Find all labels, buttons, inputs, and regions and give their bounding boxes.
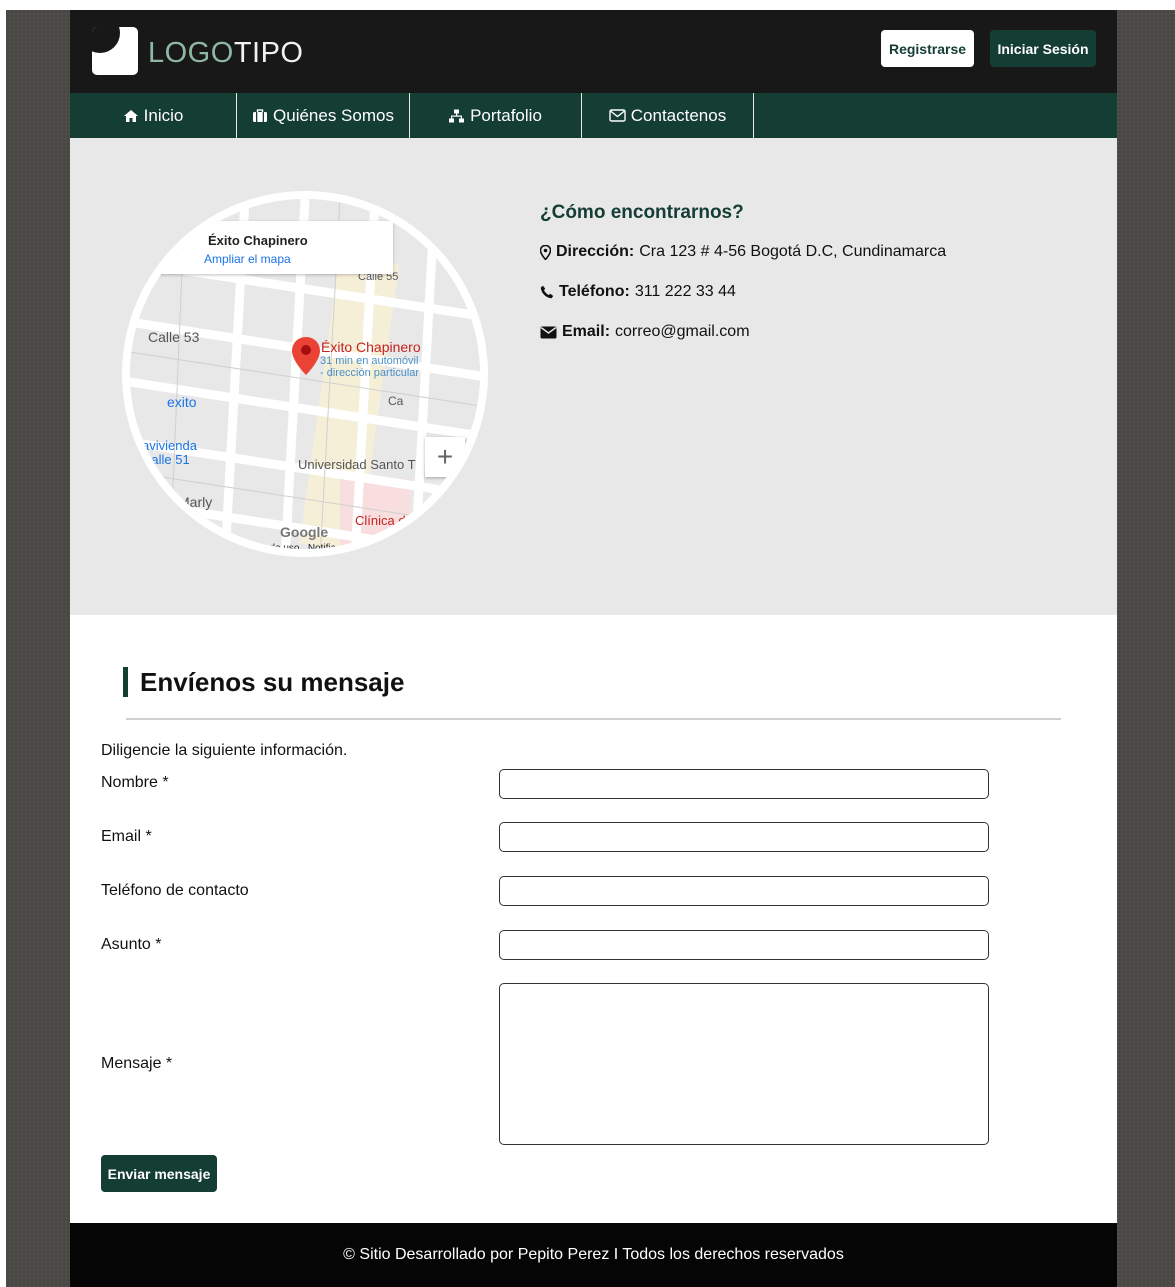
nav-item-label: Quiénes Somos (273, 105, 394, 125)
site-footer: © Sitio Desarrollado por Pepito Perez I … (70, 1223, 1117, 1287)
frame-top-edge (0, 0, 1175, 10)
map-pin-subtitle: 31 min en automóvil (320, 355, 419, 367)
contact-info-section: Calle 53 Calle 55 Ca exito avivienda Call… (70, 138, 1117, 615)
email-field-label: Email * (101, 828, 152, 845)
address-row: Dirección: Cra 123 # 4-56 Bogotá D.C, Cu… (540, 242, 1100, 262)
logo[interactable]: LOGOTIPO (148, 37, 303, 69)
map-enlarge-link[interactable]: Ampliar el mapa (204, 252, 291, 266)
map-pin-icon (292, 337, 320, 375)
map-marker-icon (540, 244, 551, 260)
home-icon (123, 109, 138, 122)
form-divider (126, 718, 1061, 720)
phone-label: Teléfono: (559, 283, 630, 300)
logo-text-part2: TIPO (233, 37, 304, 69)
email-label: Email: (562, 323, 611, 340)
nav-item-label: Inicio (143, 105, 184, 125)
phone-icon (540, 285, 554, 299)
map-poi-label: Universidad Santo T (298, 457, 416, 472)
contact-title: ¿Cómo encontrarnos? (540, 202, 744, 223)
sitemap-icon (449, 109, 465, 122)
nav-item-quienes-somos[interactable]: Quiénes Somos (237, 93, 410, 138)
login-button[interactable]: Iniciar Sesión (990, 30, 1096, 67)
email-value[interactable]: correo@gmail.com (615, 322, 750, 342)
nav-item-label: Portafolio (470, 105, 542, 125)
map-pin-title: Éxito Chapinero (321, 339, 421, 355)
envelope-icon (609, 109, 626, 122)
address-label: Dirección: (556, 243, 635, 260)
subject-label: Asunto * (101, 936, 162, 953)
form-intro: Diligencie la siguiente información. (101, 742, 348, 759)
footer-text: © Sitio Desarrollado por Pepito Perez I … (343, 1246, 844, 1263)
map-embed[interactable]: Calle 53 Calle 55 Ca exito avivienda Call… (122, 191, 488, 557)
form-title: Envíenos su mensaje (140, 667, 405, 697)
map-poi-label: Marly (178, 494, 213, 510)
address-value: Cra 123 # 4-56 Bogotá D.C, Cundinamarca (639, 243, 947, 260)
form-heading: Envíenos su mensaje (123, 667, 404, 697)
phone-row: Teléfono: 311 222 33 44 (540, 282, 1100, 302)
map-place-card: Éxito Chapinero Ampliar el mapa (148, 221, 393, 274)
map-zoom-in-button[interactable]: + (425, 437, 465, 477)
message-label: Mensaje * (101, 1055, 173, 1072)
register-button[interactable]: Registrarse (881, 30, 974, 67)
map-poi-label: Clínica d (355, 513, 406, 528)
contact-form-section: Envíenos su mensaje Diligencie la siguie… (70, 615, 1117, 1223)
phone-field-label: Teléfono de contacto (101, 882, 249, 899)
name-field[interactable] (499, 769, 989, 799)
send-message-button[interactable]: Enviar mensaje (101, 1155, 217, 1192)
site-header: LOGOTIPO Registrarse Iniciar Sesión (70, 10, 1117, 93)
nav-item-portafolio[interactable]: Portafolio (410, 93, 582, 138)
subject-field[interactable] (499, 930, 989, 960)
google-logo: Google (280, 524, 329, 540)
map-street-label: Ca (388, 394, 404, 408)
name-label: Nombre * (101, 774, 169, 791)
nav-item-label: Contactenos (630, 105, 727, 125)
logo-text-part1: LOGO (148, 37, 234, 69)
map-terms-link[interactable]: minos de uso Notific (240, 543, 336, 549)
phone-value: 311 222 33 44 (634, 283, 736, 300)
frame-left-edge (0, 0, 6, 1287)
nav-item-inicio[interactable]: Inicio (70, 93, 237, 138)
email-field[interactable] (499, 822, 989, 852)
logo-icon (92, 27, 138, 75)
map-pin-subtitle: - dirección particular (320, 367, 420, 379)
map-street-label: Calle 53 (148, 329, 200, 345)
map-card-title: Éxito Chapinero (208, 233, 308, 248)
phone-field[interactable] (499, 876, 989, 906)
map-poi-label: avivienda Calle 51 (142, 438, 197, 467)
contact-details: ¿Cómo encontrarnos? Dirección: Cra 123 #… (540, 202, 1100, 362)
email-row: Email: correo@gmail.com (540, 322, 1100, 342)
map-poi-label: exito (167, 394, 197, 410)
main-nav: Inicio Quiénes Somos Portafolio Contacte… (70, 93, 1117, 138)
map-canvas[interactable]: Calle 53 Calle 55 Ca exito avivienda Call… (130, 199, 480, 549)
message-field[interactable] (499, 983, 989, 1145)
nav-item-contactenos[interactable]: Contactenos (582, 93, 754, 138)
envelope-icon (540, 326, 557, 338)
briefcase-icon (253, 108, 268, 122)
